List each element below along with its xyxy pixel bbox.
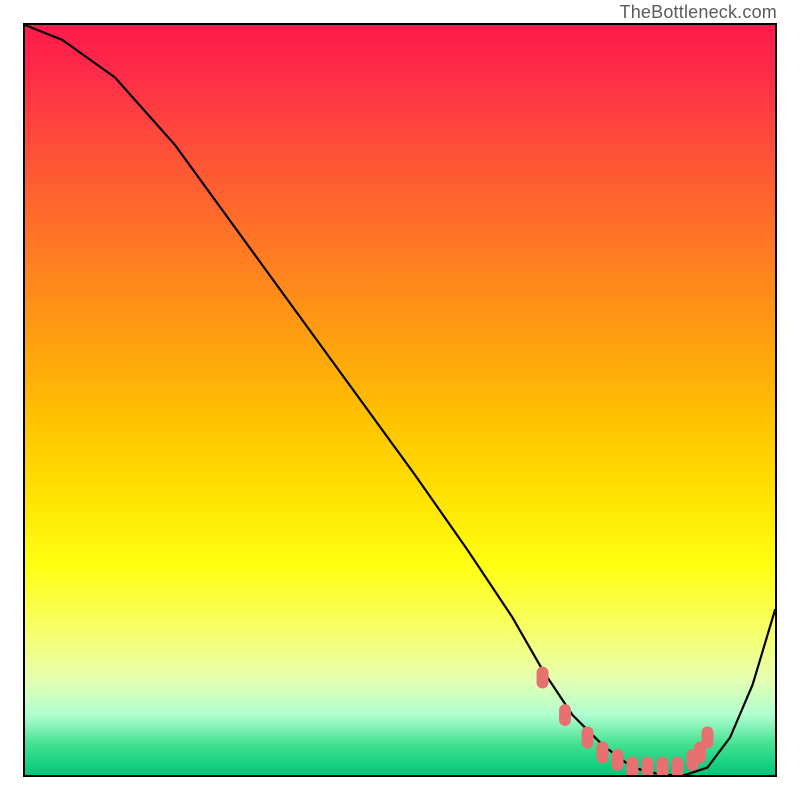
curve-layer xyxy=(25,25,775,775)
highlight-marker xyxy=(701,727,713,749)
plot-area xyxy=(23,23,777,777)
highlight-marker xyxy=(642,757,654,775)
highlight-marker xyxy=(672,757,684,775)
bottleneck-curve xyxy=(25,25,775,775)
attribution-text: TheBottleneck.com xyxy=(620,2,777,23)
highlight-marker xyxy=(537,667,549,689)
highlight-marker xyxy=(612,749,624,771)
highlight-marker xyxy=(626,757,638,775)
highlight-marker xyxy=(559,704,571,726)
highlight-marker xyxy=(657,757,669,775)
highlight-marker xyxy=(582,727,594,749)
bottleneck-chart: TheBottleneck.com xyxy=(0,0,800,800)
highlight-markers xyxy=(537,667,714,775)
highlight-marker xyxy=(597,742,609,764)
